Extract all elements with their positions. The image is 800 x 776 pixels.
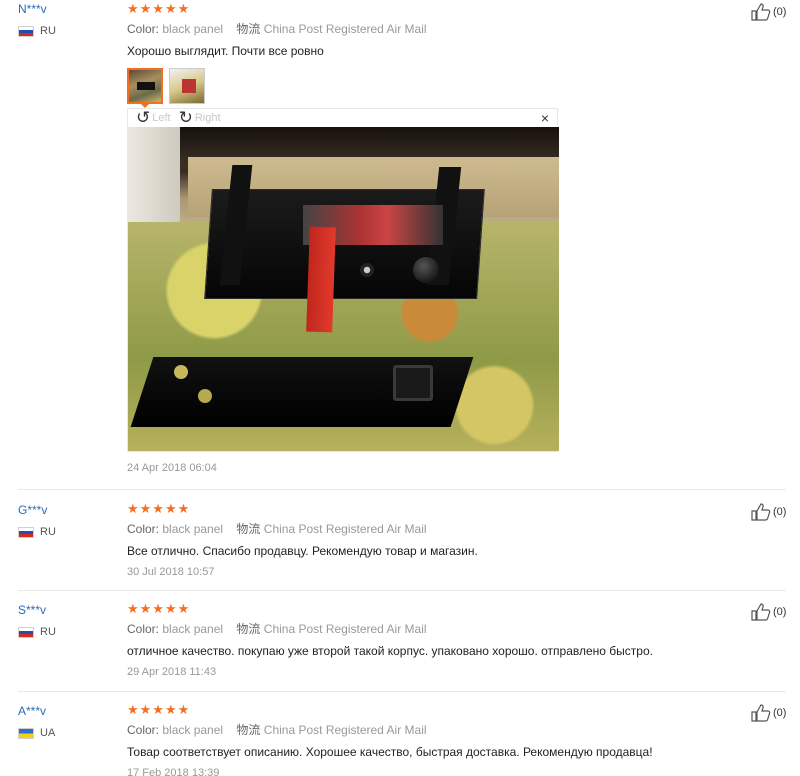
reviewer-info: G***v RU [18,503,56,538]
star-rating: ★★★★★ [127,702,191,717]
volume-knob [413,257,439,283]
review-text: Хорошо выглядит. Почти все ровно [127,44,324,58]
review-attributes: Color: black panel 物流 China Post Registe… [127,723,730,737]
review-content: ★★★★★ Color: black panel 物流 China Post R… [127,703,730,776]
reviewer-name[interactable]: N***v [18,2,56,16]
thumbnail-image [170,69,204,103]
color-value: black panel [162,622,224,636]
color-label: Color: [127,723,160,737]
review-attributes: Color: black panel 物流 China Post Registe… [127,22,730,36]
helpful-button[interactable]: (0) [751,3,786,21]
helpful-count: (0) [773,606,787,618]
star-rating: ★★★★★ [127,501,191,516]
color-label: Color: [127,522,160,536]
review-item: S***v RU ★★★★★ Color: black panel 物流 Chi… [0,591,800,691]
review-attributes: Color: black panel 物流 China Post Registe… [127,622,730,636]
review-content: ★★★★★ Color: black panel 物流 China Post R… [127,602,730,679]
reviewer-name[interactable]: A***v [18,704,55,718]
reviewer-info: N***v RU [18,2,56,37]
shipping-label: 物流 [236,22,261,36]
shipping-value: China Post Registered Air Mail [263,522,427,536]
panel-hole [198,389,212,403]
helpful-button[interactable]: (0) [751,503,786,521]
rotate-left-label: Left [152,112,171,124]
review-date: 17 Feb 2018 13:39 [127,767,220,776]
star-rating: ★★★★★ [127,601,191,616]
flag-ru-icon [18,526,34,538]
review-text: Товар соответствует описанию. Хорошее ка… [127,745,653,759]
shipping-label: 物流 [236,522,261,536]
rotate-left-button[interactable]: ↺ Left [136,108,171,127]
thumbnail-image [129,70,161,102]
country-code: RU [40,626,56,638]
shipping-value: China Post Registered Air Mail [263,723,427,737]
shipping-value: China Post Registered Air Mail [263,22,427,36]
flag-ru-icon [18,626,34,638]
thumbs-up-icon [751,704,771,722]
rotate-left-icon: ↺ [136,108,151,127]
shipping-label: 物流 [236,622,261,636]
color-value: black panel [162,723,224,737]
thumbs-up-icon [751,503,771,521]
photo-thumbnail[interactable] [127,68,163,104]
country-code: RU [40,25,56,37]
review-date: 24 Apr 2018 06:04 [127,462,217,474]
review-content: ★★★★★ Color: black panel 物流 China Post R… [127,2,730,104]
panel-hole [174,365,188,379]
color-value: black panel [162,22,224,36]
review-item: G***v RU ★★★★★ Color: black panel 物流 Chi… [0,490,800,590]
review-content: ★★★★★ Color: black panel 物流 China Post R… [127,502,730,579]
review-photo [128,127,559,451]
review-item: N***v RU ★★★★★ Color: black panel 物流 Chi… [0,0,800,488]
color-label: Color: [127,622,160,636]
reviewer-country: RU [18,526,56,538]
reviewer-country: RU [18,25,56,37]
review-attributes: Color: black panel 物流 China Post Registe… [127,522,730,536]
review-text: Все отлично. Спасибо продавцу. Рекоменду… [127,544,478,558]
review-photo-thumbnails [127,68,730,104]
shipping-label: 物流 [236,723,261,737]
flag-ua-icon [18,727,34,739]
close-icon[interactable]: × [541,111,549,125]
rotate-right-button[interactable]: ↻ Right [178,108,221,127]
helpful-count: (0) [773,707,787,719]
reviewer-country: UA [18,727,55,739]
reviewer-country: RU [18,626,56,638]
review-text: отличное качество. покупаю уже второй та… [127,644,653,658]
headphone-jack [360,263,374,277]
thumbs-up-icon [751,3,771,21]
rotate-right-icon: ↻ [178,108,193,127]
photo-thumbnail[interactable] [169,68,205,104]
review-item: A***v UA ★★★★★ Color: black panel 物流 Chi… [0,692,800,776]
country-code: UA [40,727,56,739]
helpful-count: (0) [773,6,787,18]
thumbs-up-icon [751,603,771,621]
helpful-count: (0) [773,506,787,518]
helpful-button[interactable]: (0) [751,704,786,722]
reviewer-name[interactable]: S***v [18,603,56,617]
reviewer-name[interactable]: G***v [18,503,56,517]
color-label: Color: [127,22,160,36]
reviewer-info: S***v RU [18,603,56,638]
review-date: 30 Jul 2018 10:57 [127,566,215,578]
reviewer-info: A***v UA [18,704,55,739]
review-date: 29 Apr 2018 11:43 [127,666,217,678]
star-rating: ★★★★★ [127,1,191,16]
helpful-button[interactable]: (0) [751,603,786,621]
photo-viewer-toolbar: ↺ Left ↻ Right × [128,109,557,127]
power-socket [393,365,433,401]
country-code: RU [40,526,56,538]
photo-viewer: ↺ Left ↻ Right × [127,108,559,452]
color-value: black panel [162,522,224,536]
flag-ru-icon [18,25,34,37]
rotate-right-label: Right [194,112,221,124]
red-card [306,226,336,333]
shipping-value: China Post Registered Air Mail [263,622,427,636]
